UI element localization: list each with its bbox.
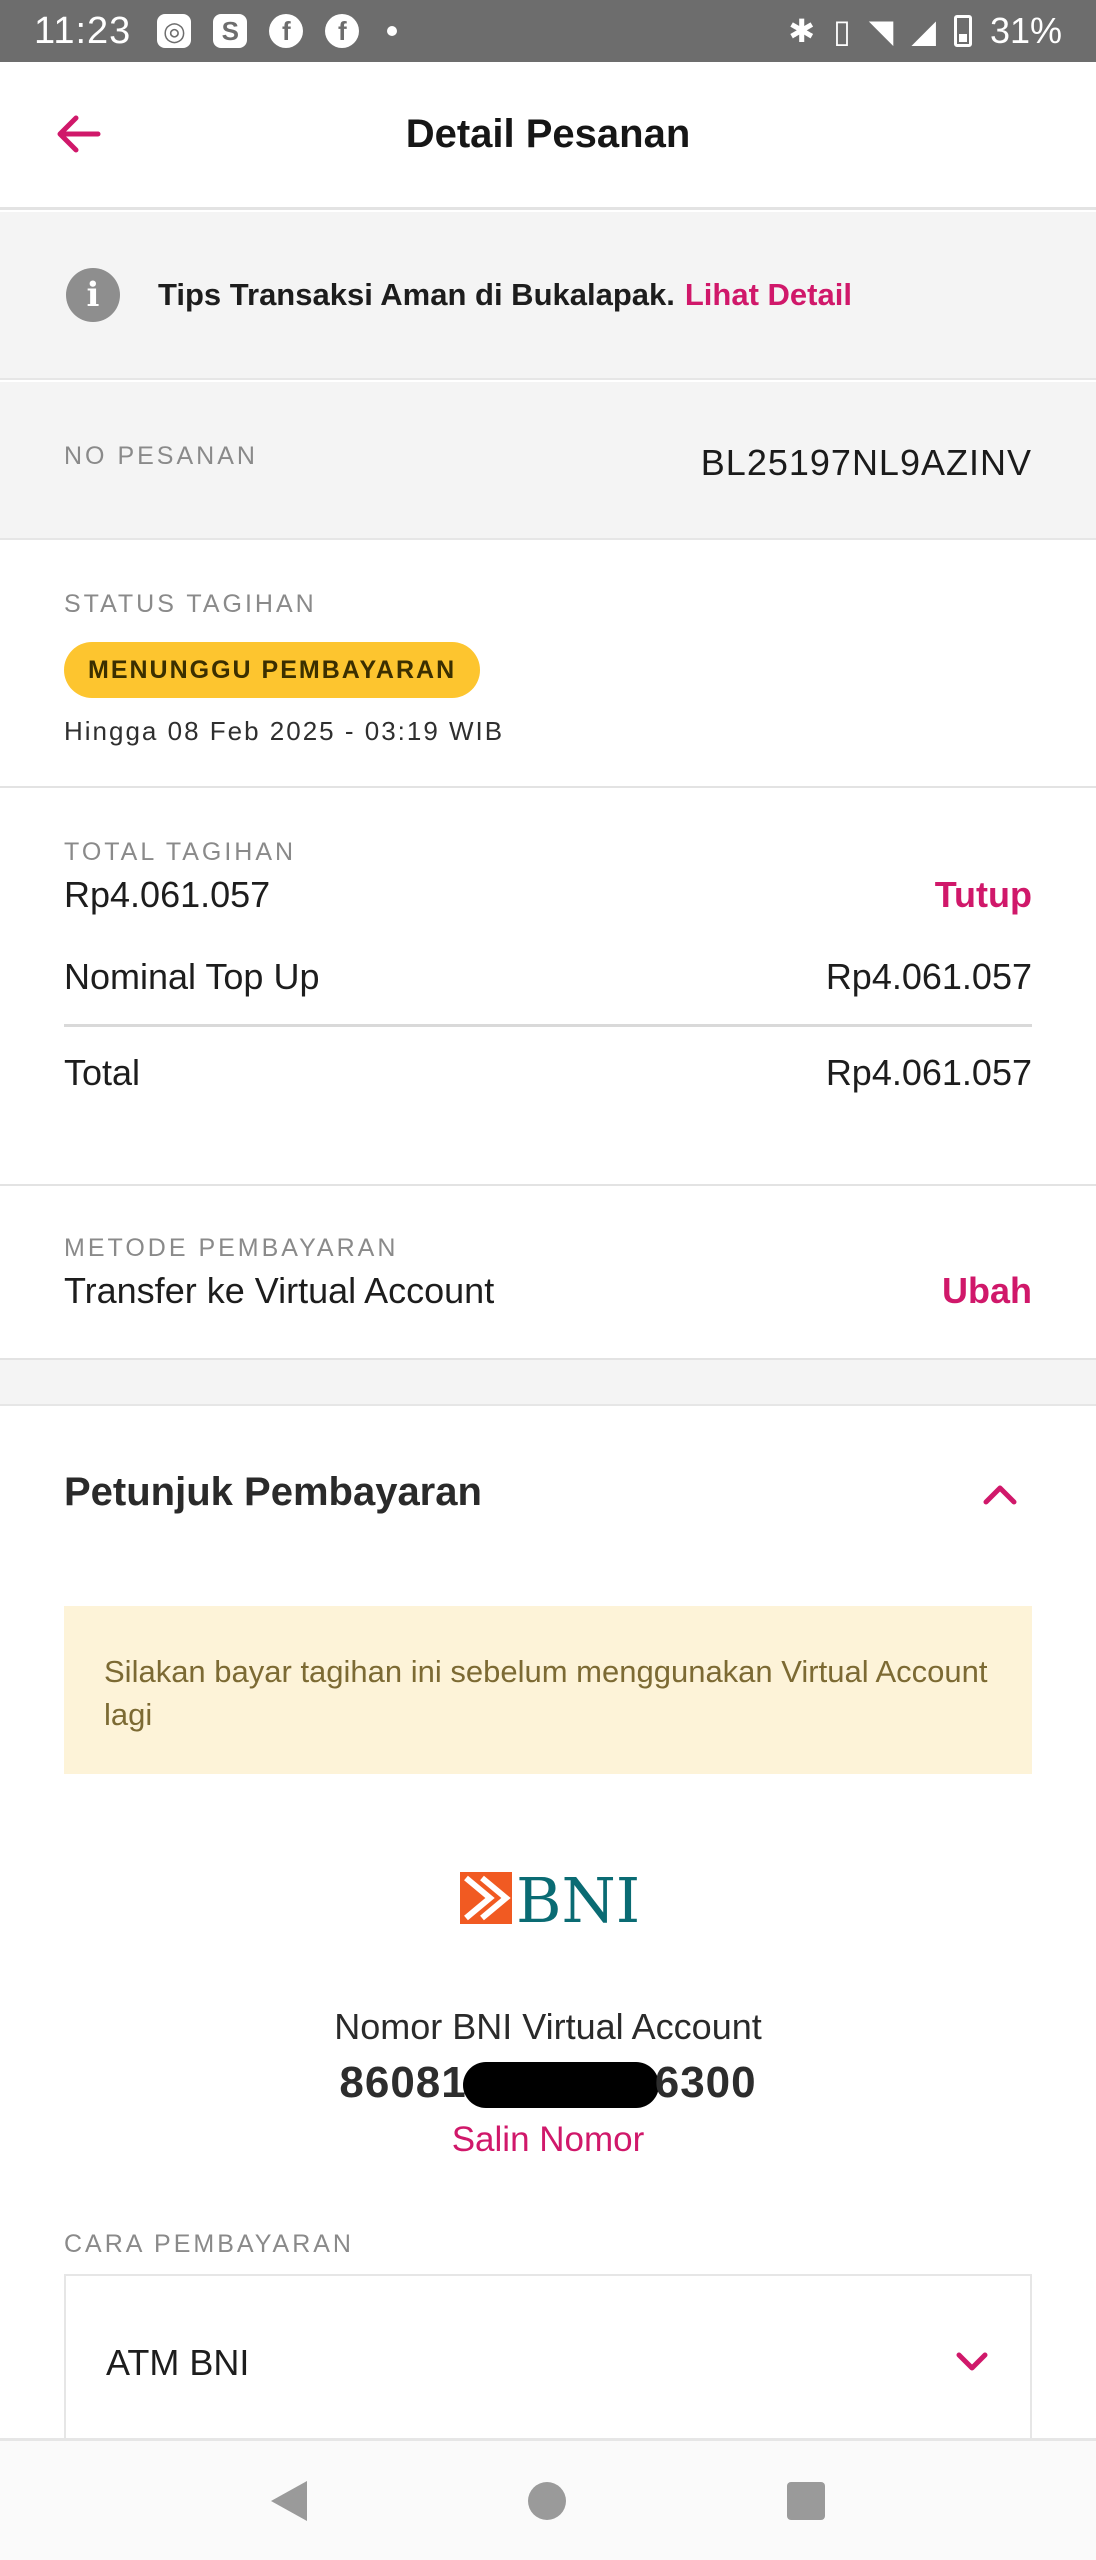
wifi-icon: ◥ [868, 13, 894, 49]
payment-method-value: Transfer ke Virtual Account [64, 1270, 495, 1311]
facebook-icon: f [269, 14, 304, 48]
tips-banner: i Tips Transaksi Aman di Bukalapak. Liha… [0, 212, 1096, 380]
bluetooth-icon: ✱ [788, 13, 816, 49]
payment-method-label: METODE PEMBAYARAN [64, 1234, 399, 1262]
battery-level: 31% [989, 10, 1062, 51]
battery-icon [953, 15, 972, 47]
accordion-label: ATM BNI [106, 2342, 250, 2383]
section-spacer [0, 1360, 1096, 1406]
ubah-button[interactable]: Ubah [942, 1270, 1032, 1312]
nav-back-icon[interactable] [270, 2480, 307, 2521]
divider [64, 1024, 1032, 1027]
status-label: STATUS TAGIHAN [64, 590, 317, 618]
info-icon: i [66, 268, 120, 322]
total-tagihan-label: TOTAL TAGIHAN [64, 838, 297, 866]
vibrate-icon: ▯ [833, 13, 851, 49]
payment-method-accordion-atm[interactable]: ATM BNI [64, 2274, 1032, 2440]
app-header: Detail Pesanan [0, 62, 1096, 210]
order-number-label: NO PESANAN [64, 442, 258, 470]
row-label: Total [64, 1052, 141, 1093]
tutup-button[interactable]: Tutup [935, 874, 1032, 916]
cara-pembayaran-label: CARA PEMBAYARAN [64, 2230, 354, 2258]
lihat-detail-link[interactable]: Lihat Detail [685, 277, 852, 313]
total-tagihan-section: TOTAL TAGIHAN Rp4.061.057 Tutup Nominal … [0, 790, 1096, 1186]
facebook-icon: f [325, 14, 360, 48]
total-tagihan-amount: Rp4.061.057 [64, 874, 271, 915]
instagram-icon: ◎ [157, 14, 192, 48]
redaction-mask [462, 2062, 659, 2109]
row-label: Nominal Top Up [64, 956, 320, 997]
signal-icon: ◢ [911, 13, 936, 49]
chevron-up-icon[interactable] [980, 1480, 1020, 1508]
nav-home-icon[interactable] [527, 2481, 566, 2520]
row-value: Rp4.061.057 [825, 1052, 1032, 1093]
payment-notice: Silakan bayar tagihan ini sebelum menggu… [64, 1606, 1032, 1774]
order-number-section: NO PESANAN BL25197NL9AZINV [0, 382, 1096, 540]
back-arrow-icon[interactable] [48, 104, 108, 164]
order-number-value: BL25197NL9AZINV [700, 442, 1032, 483]
status-bar: 11:23 ◎ S f f ✱ ▯ ◥ ◢ 31% [0, 0, 1096, 62]
page-title: Detail Pesanan [405, 112, 691, 156]
payment-instructions-section: Petunjuk Pembayaran Silakan bayar tagiha… [0, 1408, 1096, 2440]
va-number-suffix: 6300 [654, 2058, 757, 2107]
total-row: Total Rp4.061.057 [64, 1052, 1032, 1094]
bni-logo: BNI [460, 1864, 640, 1934]
shopping-bag-icon: S [213, 14, 248, 48]
payment-method-section: METODE PEMBAYARAN Transfer ke Virtual Ac… [0, 1188, 1096, 1360]
va-label: Nomor BNI Virtual Account [334, 2006, 762, 2047]
tips-text: Tips Transaksi Aman di Bukalapak. [158, 277, 675, 312]
copy-number-button[interactable]: Salin Nomor [0, 2120, 1096, 2160]
nav-recents-icon[interactable] [787, 2481, 826, 2520]
status-badge: MENUNGGU PEMBAYARAN [64, 642, 481, 698]
va-number: 86081 6300 [0, 2058, 1096, 2109]
payment-instructions-title: Petunjuk Pembayaran [64, 1470, 482, 1514]
chevron-down-icon [956, 2352, 988, 2371]
status-time: 11:23 [34, 9, 132, 52]
bni-logo-text: BNI [516, 1864, 640, 1934]
row-value: Rp4.061.057 [825, 956, 1032, 997]
status-section: STATUS TAGIHAN MENUNGGU PEMBAYARAN Hingg… [0, 540, 1096, 788]
nominal-top-up-row: Nominal Top Up Rp4.061.057 [64, 956, 1032, 998]
system-nav-bar [0, 2438, 1096, 2560]
status-deadline: Hingga 08 Feb 2025 - 03:19 WIB [64, 716, 505, 746]
notification-dot-icon [387, 26, 398, 36]
va-number-prefix: 86081 [339, 2058, 467, 2107]
